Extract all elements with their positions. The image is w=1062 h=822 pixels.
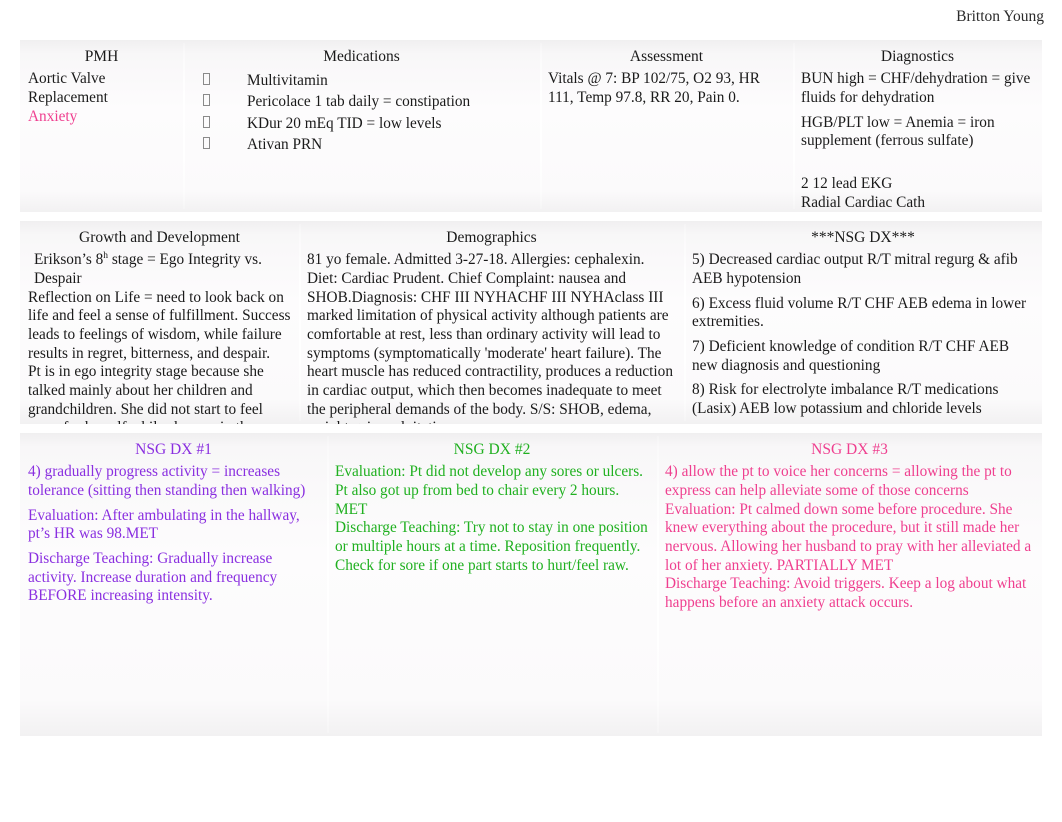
assessment-paragraph: Vitals @ 7: BP 102/75, O2 93, HR 111, Te… xyxy=(548,70,760,107)
medication-label: Ativan PRN xyxy=(247,135,323,153)
list-item: Multivitamin xyxy=(195,70,532,91)
nsg-dx-2-paragraph: Evaluation: Pt did not develop any sores… xyxy=(335,463,643,518)
nsg-dx-1-paragraph: 4) gradually progress activity = increas… xyxy=(28,463,306,500)
section-top-row: PMH Aortic Valve Replacement Anxiety Med… xyxy=(20,40,1042,212)
nsg-dx-3-paragraph: Discharge Teaching: Avoid triggers. Keep… xyxy=(665,575,1027,611)
cell-assessment: Assessment Vitals @ 7: BP 102/75, O2 93,… xyxy=(540,40,793,212)
demographics-paragraph: 81 yo female. Admitted 3-27-18. Allergie… xyxy=(307,251,673,424)
assessment-body: Vitals @ 7: BP 102/75, O2 93, HR 111, Te… xyxy=(548,70,785,107)
nsg-dx-body: 5) Decreased cardiac output R/T mitral r… xyxy=(692,251,1034,418)
nsg-dx-1-paragraph: Evaluation: After ambulating in the hall… xyxy=(28,506,300,543)
diagnostics-paragraph: BUN high = CHF/dehydration = give fluids… xyxy=(801,70,1031,107)
nsg-dx-2-title: NSG DX #2 xyxy=(453,441,531,458)
cell-nsg-dx-list: ***NSG DX*** 5) Decreased cardiac output… xyxy=(684,221,1042,424)
nsg-dx-1-body: 4) gradually progress activity = increas… xyxy=(28,463,319,606)
diagnostics-paragraph: 2 12 lead EKG xyxy=(801,175,893,192)
medications-title: Medications xyxy=(323,48,400,65)
cell-pmh: PMH Aortic Valve Replacement Anxiety xyxy=(20,40,183,212)
cell-nsg-dx-3: NSG DX #3 4) allow the pt to voice her c… xyxy=(657,433,1042,736)
author-name: Britton Young xyxy=(956,8,1044,25)
growth-body: Erikson’s 8h stage = Ego Integrity vs. D… xyxy=(28,251,291,424)
erikson-prefix: Erikson’s 8 xyxy=(34,251,104,269)
diagnostics-paragraph: HGB/PLT low = Anemia = iron supplement (… xyxy=(801,113,995,150)
erikson-stage-line: Erikson’s 8h stage = Ego Integrity vs. D… xyxy=(28,251,291,288)
medication-label: Pericolace 1 tab daily = constipation xyxy=(247,93,471,111)
growth-paragraph: Pt is in ego integrity stage because she… xyxy=(28,363,264,424)
nsg-dx-1-title: NSG DX #1 xyxy=(135,441,212,458)
nsg-dx-3-paragraph: Evaluation: Pt calmed down some before p… xyxy=(665,500,1032,574)
diagnostics-paragraph: Radial Cardiac Cath xyxy=(801,193,926,211)
nsg-dx-title: ***NSG DX*** xyxy=(811,229,915,246)
bullet-box-icon xyxy=(203,94,210,107)
nsg-dx-3-body: 4) allow the pt to voice her concerns = … xyxy=(665,463,1034,612)
medications-list: Multivitamin Pericolace 1 tab daily = co… xyxy=(191,70,532,154)
nsg-dx-3-paragraph: 4) allow the pt to voice her concerns = … xyxy=(665,463,1012,500)
demographics-body: 81 yo female. Admitted 3-27-18. Allergie… xyxy=(307,251,676,424)
demographics-title: Demographics xyxy=(446,229,537,246)
pmh-line: Aortic Valve Replacement xyxy=(28,70,108,107)
bullet-box-icon xyxy=(203,136,210,149)
cell-growth-and-development: Growth and Development Erikson’s 8h stag… xyxy=(20,221,299,424)
cell-nsg-dx-2: NSG DX #2 Evaluation: Pt did not develop… xyxy=(327,433,657,736)
nsg-dx-2-paragraph: Discharge Teaching: Try not to stay in o… xyxy=(335,519,648,574)
nsg-dx-paragraph: 8) Risk for electrolyte imbalance R/T me… xyxy=(692,381,999,417)
section-middle-row: Growth and Development Erikson’s 8h stag… xyxy=(20,221,1042,424)
header-bar: Britton Young xyxy=(0,0,1062,36)
bullet-box-icon xyxy=(203,73,210,86)
diagnostics-body: BUN high = CHF/dehydration = give fluids… xyxy=(801,70,1034,212)
nsg-dx-paragraph: 7) Deficient knowledge of condition R/T … xyxy=(692,338,1010,374)
medication-label: Multivitamin xyxy=(247,72,328,90)
cell-demographics: Demographics 81 yo female. Admitted 3-27… xyxy=(299,221,684,424)
nsg-dx-2-body: Evaluation: Pt did not develop any sores… xyxy=(335,463,649,575)
cell-diagnostics: Diagnostics BUN high = CHF/dehydration =… xyxy=(793,40,1042,212)
list-item: KDur 20 mEq TID = low levels xyxy=(195,113,532,134)
bullet-box-icon xyxy=(203,115,210,128)
nsg-dx-paragraph: 6) Excess fluid volume R/T CHF AEB edema… xyxy=(692,294,1027,331)
nsg-dx-3-title: NSG DX #3 xyxy=(811,441,888,458)
section-bottom-row: NSG DX #1 4) gradually progress activity… xyxy=(20,433,1042,736)
nsg-dx-1-paragraph: Discharge Teaching: Gradually increase a… xyxy=(28,550,278,605)
growth-title: Growth and Development xyxy=(79,229,240,246)
growth-paragraph: Reflection on Life = need to look back o… xyxy=(28,288,291,362)
cell-medications: Medications Multivitamin Pericolace 1 ta… xyxy=(183,40,540,212)
list-item: Ativan PRN xyxy=(195,134,532,155)
cell-nsg-dx-1: NSG DX #1 4) gradually progress activity… xyxy=(20,433,327,736)
pmh-body: Aortic Valve Replacement Anxiety xyxy=(28,70,175,126)
pmh-title: PMH xyxy=(84,48,119,65)
assessment-title: Assessment xyxy=(629,48,704,65)
list-item: Pericolace 1 tab daily = constipation xyxy=(195,91,532,112)
medication-label: KDur 20 mEq TID = low levels xyxy=(247,114,442,132)
pmh-line: Anxiety xyxy=(28,107,78,125)
nsg-dx-paragraph: 5) Decreased cardiac output R/T mitral r… xyxy=(692,251,1018,288)
diagnostics-title: Diagnostics xyxy=(880,48,955,65)
diagnostics-spacer xyxy=(801,157,1034,175)
